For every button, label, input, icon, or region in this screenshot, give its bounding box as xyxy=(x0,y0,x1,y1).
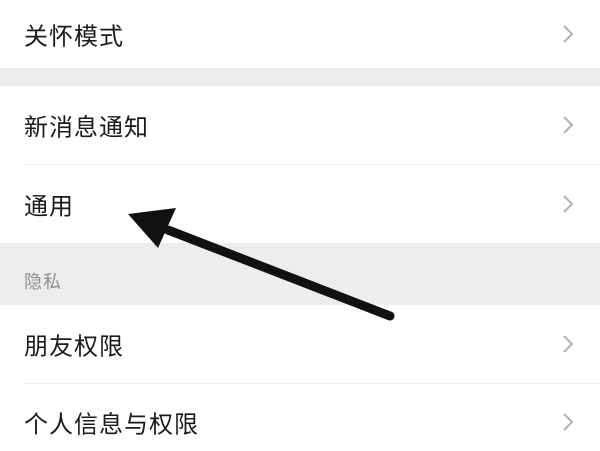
settings-item-new-message-notification[interactable]: 新消息通知 xyxy=(0,86,600,164)
settings-item-label: 关怀模式 xyxy=(24,22,124,51)
settings-item-label: 通用 xyxy=(24,192,74,221)
settings-screen: 关怀模式 新消息通知 通用 隐私 朋友权限 个人信息与权限 xyxy=(0,0,600,451)
settings-item-label: 新消息通知 xyxy=(24,113,149,142)
section-header-label: 隐私 xyxy=(24,272,62,294)
chevron-right-icon xyxy=(563,412,574,431)
settings-item-general[interactable]: 通用 xyxy=(0,165,600,243)
settings-item-label: 朋友权限 xyxy=(24,332,124,361)
settings-item-friend-permissions[interactable]: 朋友权限 xyxy=(0,305,600,383)
chevron-right-icon xyxy=(563,116,574,134)
settings-item-label: 个人信息与权限 xyxy=(24,410,199,439)
chevron-right-icon xyxy=(563,25,574,43)
section-header-privacy: 隐私 xyxy=(0,243,600,305)
chevron-right-icon xyxy=(563,195,574,213)
group-separator xyxy=(0,68,600,86)
settings-item-care-mode[interactable]: 关怀模式 xyxy=(0,0,600,68)
settings-item-personal-info-permissions[interactable]: 个人信息与权限 xyxy=(0,384,600,451)
chevron-right-icon xyxy=(563,335,574,353)
